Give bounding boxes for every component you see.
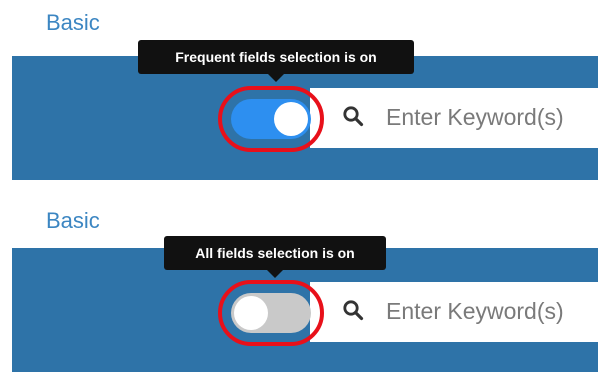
highlight-ring bbox=[218, 86, 324, 152]
tab-basic[interactable]: Basic bbox=[46, 208, 100, 234]
fields-selection-toggle[interactable] bbox=[231, 293, 311, 333]
panel-all-fields: Basic Enter Keyword(s) All fields select… bbox=[0, 198, 598, 373]
highlight-ring bbox=[218, 280, 324, 346]
search-input[interactable]: Enter Keyword(s) bbox=[310, 282, 598, 342]
tooltip-arrow bbox=[267, 270, 283, 278]
tooltip-text: Frequent fields selection is on bbox=[175, 49, 377, 65]
search-input[interactable]: Enter Keyword(s) bbox=[310, 88, 598, 148]
fields-selection-toggle[interactable] bbox=[231, 99, 311, 139]
search-placeholder: Enter Keyword(s) bbox=[386, 104, 564, 130]
tab-basic[interactable]: Basic bbox=[46, 10, 100, 36]
tooltip-arrow bbox=[268, 74, 284, 82]
toggle-tooltip: All fields selection is on bbox=[164, 236, 386, 278]
search-icon bbox=[343, 300, 364, 321]
toggle-knob bbox=[274, 102, 308, 136]
search-placeholder: Enter Keyword(s) bbox=[386, 298, 564, 324]
tooltip-text: All fields selection is on bbox=[195, 245, 355, 261]
search-icon bbox=[343, 106, 364, 127]
toggle-tooltip: Frequent fields selection is on bbox=[138, 40, 414, 82]
toggle-knob bbox=[234, 296, 268, 330]
panel-frequent-fields: Basic Enter Keyword(s) Frequent fields s… bbox=[0, 0, 598, 188]
